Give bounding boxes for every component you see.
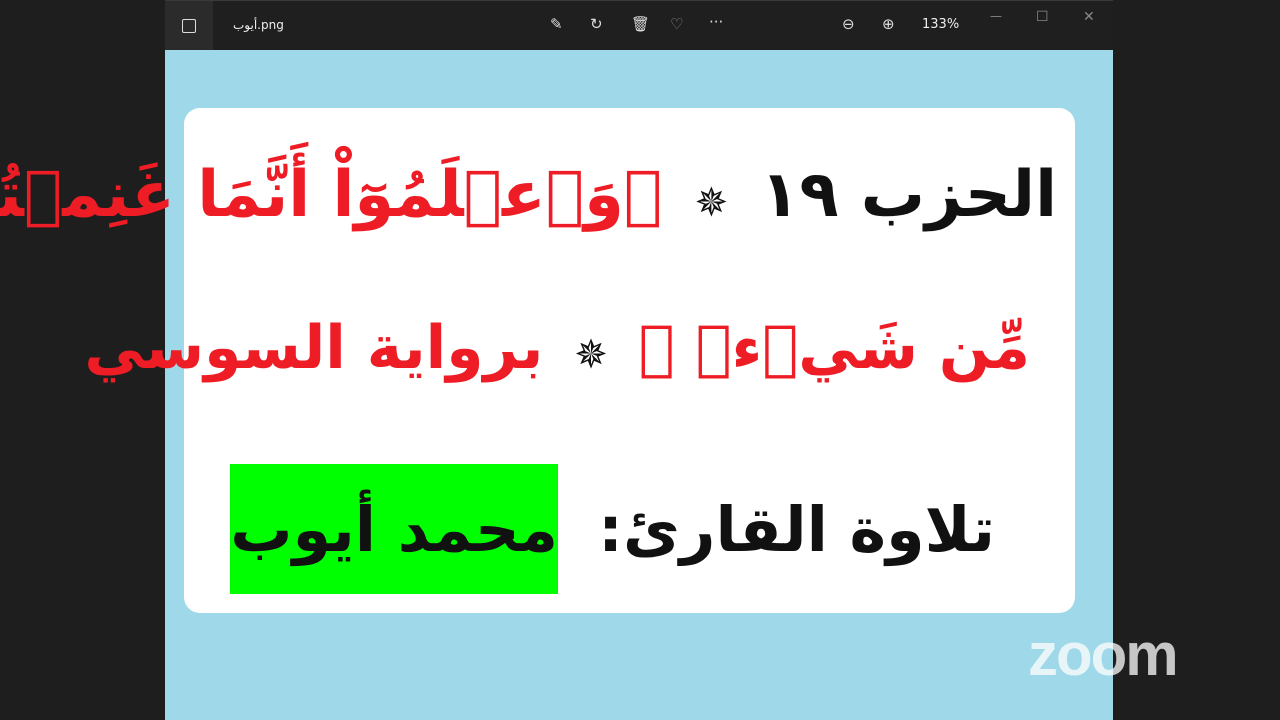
file-name: أيوب.png	[233, 18, 284, 32]
verse-end: مِّن شَيۡءٖ ﴾	[638, 313, 1030, 383]
zoom-watermark: zoom	[1028, 621, 1179, 688]
reciter-line: تلاوة القارئ: محمد أيوب	[184, 464, 995, 594]
minimize-icon[interactable]: —	[990, 9, 1002, 23]
photo-viewer-window: أيوب.png ✎ ↻ 🗑 ♡ ··· ⊖ ⊕ 133% — ☐ ✕ الحز…	[0, 0, 1113, 720]
hizb-label: الحزب ١٩	[760, 158, 1057, 232]
rotate-icon[interactable]: ↻	[590, 15, 603, 33]
zoom-out-icon[interactable]: ⊖	[842, 15, 855, 33]
favorite-icon[interactable]: ♡	[670, 15, 683, 33]
ornament-icon: ✵	[694, 180, 729, 226]
close-icon[interactable]: ✕	[1083, 9, 1095, 25]
zoom-in-icon[interactable]: ⊕	[882, 15, 895, 33]
zoom-level: 133%	[922, 17, 960, 32]
more-icon[interactable]: ···	[709, 13, 723, 31]
image-card: الحزب ١٩ ✵ ﴿وَٱعۡلَمُوٓاْ أَنَّمَا غَنِم…	[0, 108, 1075, 613]
verse-start: ﴿وَٱعۡلَمُوٓاْ أَنَّمَا غَنِمۡتُم	[0, 158, 663, 232]
reciter-label: تلاوة القارئ:	[598, 492, 995, 566]
riwaya: برواية السوسي	[84, 313, 544, 383]
verse-line: مِّن شَيۡءٖ ﴾ ✵ برواية السوسي	[84, 313, 1030, 383]
reciter-name: محمد أيوب	[230, 464, 559, 594]
edit-icon[interactable]: ✎	[550, 15, 563, 33]
delete-icon[interactable]: 🗑	[631, 15, 650, 33]
maximize-icon[interactable]: ☐	[1036, 9, 1049, 25]
ornament-icon: ✵	[574, 332, 608, 378]
image-icon[interactable]	[165, 1, 213, 50]
title-bar: أيوب.png ✎ ↻ 🗑 ♡ ··· ⊖ ⊕ 133% — ☐ ✕	[165, 0, 1113, 50]
title-line: الحزب ١٩ ✵ ﴿وَٱعۡلَمُوٓاْ أَنَّمَا غَنِم…	[0, 158, 1057, 232]
